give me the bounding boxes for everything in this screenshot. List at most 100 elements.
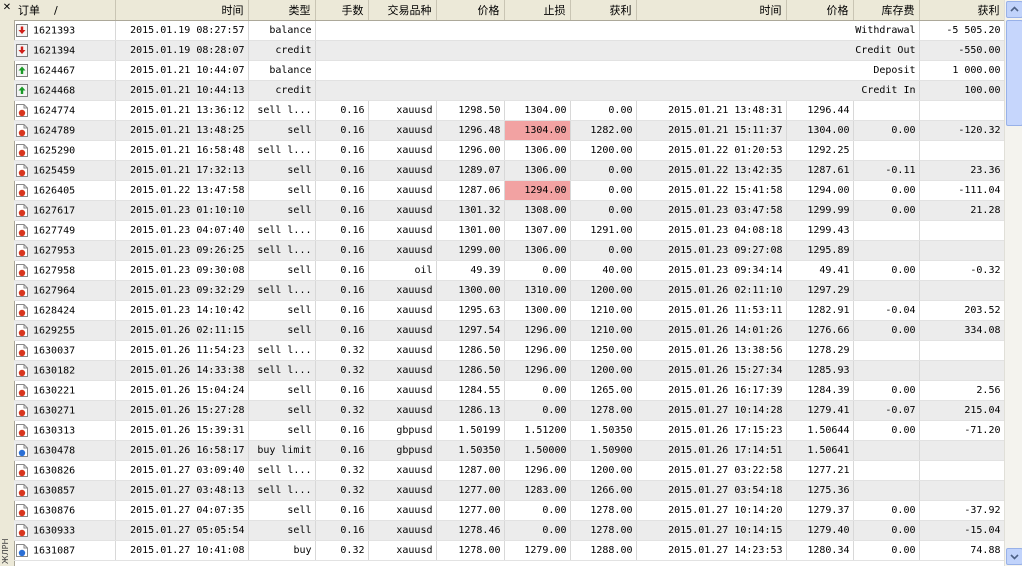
order-number: 1629255	[33, 325, 76, 337]
open-time-cell: 2015.01.27 03:09:40	[115, 460, 249, 481]
type-cell: sell	[248, 380, 316, 401]
trade-row[interactable]: 1630478 2015.01.26 16:58:17 buy limit 0.16 g…	[14, 440, 1004, 461]
symbol-cell: xauusd	[368, 120, 437, 141]
trade-row[interactable]: 1630933 2015.01.27 05:05:54 sell 0.16 xauusd…	[14, 520, 1004, 541]
swap-cell: 0.00	[853, 120, 920, 141]
swap-cell: 0.00	[853, 320, 920, 341]
column-header-stop-loss[interactable]: 止损	[504, 0, 571, 21]
close-time-cell: 2015.01.23 09:34:14	[636, 260, 787, 281]
order-cell: 1624789	[14, 120, 116, 141]
trade-row[interactable]: 1628424 2015.01.23 14:10:42 sell 0.16 xauusd…	[14, 300, 1004, 321]
column-header-close-time[interactable]: 时间	[636, 0, 787, 21]
trade-row[interactable]: 1630221 2015.01.26 15:04:24 sell 0.16 xauusd…	[14, 380, 1004, 401]
profit-cell	[919, 240, 1004, 261]
trade-row[interactable]: 1630182 2015.01.26 14:33:38 sell l... 0.32 x…	[14, 360, 1004, 381]
profit-cell: -37.92	[919, 500, 1004, 521]
open-price-cell: 1.50350	[436, 440, 505, 461]
close-price-cell: 1282.91	[786, 300, 854, 321]
open-price-cell: 1301.00	[436, 220, 505, 241]
symbol-cell: xauusd	[368, 380, 437, 401]
open-price-cell: 1300.00	[436, 280, 505, 301]
trade-row[interactable]: 1630876 2015.01.27 04:07:35 sell 0.16 xauusd…	[14, 500, 1004, 521]
scroll-down-button[interactable]	[1006, 548, 1022, 565]
trade-row[interactable]: 1626405 2015.01.22 13:47:58 sell 0.16 xauusd…	[14, 180, 1004, 201]
open-time-cell: 2015.01.23 14:10:42	[115, 300, 249, 321]
lots-cell: 0.16	[315, 440, 369, 461]
trade-row[interactable]: 1625459 2015.01.21 17:32:13 sell 0.16 xauusd…	[14, 160, 1004, 181]
trade-row[interactable]: 1627964 2015.01.23 09:32:29 sell l... 0.16 x…	[14, 280, 1004, 301]
lots-cell: 0.16	[315, 380, 369, 401]
balance-row[interactable]: 1621393 2015.01.19 08:27:57 balance Withdra…	[14, 20, 1004, 41]
open-price-cell: 1286.13	[436, 400, 505, 421]
sell-order-icon	[16, 224, 28, 237]
close-time-cell: 2015.01.27 10:14:20	[636, 500, 787, 521]
type-cell: sell	[248, 180, 316, 201]
trade-row[interactable]: 1624789 2015.01.21 13:48:25 sell 0.16 xauusd…	[14, 120, 1004, 141]
open-time-cell: 2015.01.21 16:58:48	[115, 140, 249, 161]
close-price-cell: 1287.61	[786, 160, 854, 181]
trade-row[interactable]: 1627958 2015.01.23 09:30:08 sell 0.16 oil 49.…	[14, 260, 1004, 281]
close-time-cell: 2015.01.26 02:11:10	[636, 280, 787, 301]
trade-row[interactable]: 1629255 2015.01.26 02:11:15 sell 0.16 xauusd…	[14, 320, 1004, 341]
column-header-order[interactable]: 订单 /	[14, 0, 116, 21]
open-time-cell: 2015.01.23 04:07:40	[115, 220, 249, 241]
close-time-cell: 2015.01.27 03:22:58	[636, 460, 787, 481]
order-cell: 1630271	[14, 400, 116, 421]
order-number: 1630037	[33, 345, 76, 357]
stop-loss-cell: 1296.00	[504, 360, 571, 381]
lots-cell: 0.16	[315, 220, 369, 241]
column-header-lots[interactable]: 手数	[315, 0, 369, 21]
close-time-cell: 2015.01.27 10:14:28	[636, 400, 787, 421]
close-icon[interactable]: ✕	[2, 3, 12, 13]
close-price-cell: 49.41	[786, 260, 854, 281]
balance-row[interactable]: 1624467 2015.01.21 10:44:07 balance Deposit…	[14, 60, 1004, 81]
take-profit-cell: 1.50350	[570, 420, 637, 441]
sell-order-icon	[16, 184, 28, 197]
trade-row[interactable]: 1627953 2015.01.23 09:26:25 sell l... 0.16 x…	[14, 240, 1004, 261]
trade-row[interactable]: 1627749 2015.01.23 04:07:40 sell l... 0.16 x…	[14, 220, 1004, 241]
trade-row[interactable]: 1630857 2015.01.27 03:48:13 sell l... 0.32 x…	[14, 480, 1004, 501]
trade-row[interactable]: 1624774 2015.01.21 13:36:12 sell l... 0.16 x…	[14, 100, 1004, 121]
lots-cell: 0.32	[315, 480, 369, 501]
column-header-close-price[interactable]: 价格	[786, 0, 854, 21]
type-cell: sell l...	[248, 100, 316, 121]
symbol-cell: oil	[368, 260, 437, 281]
take-profit-cell: 1282.00	[570, 120, 637, 141]
column-header-take-profit[interactable]: 获利	[570, 0, 637, 21]
arrow-down-icon	[1010, 554, 1019, 560]
scroll-up-button[interactable]	[1006, 1, 1022, 18]
profit-cell: 215.04	[919, 400, 1004, 421]
column-header-swap[interactable]: 库存费	[853, 0, 920, 21]
order-number: 1630933	[33, 525, 76, 537]
close-price-cell: 1299.43	[786, 220, 854, 241]
vertical-scrollbar[interactable]	[1004, 0, 1022, 566]
order-cell: 1629255	[14, 320, 116, 341]
profit-cell: -111.04	[919, 180, 1004, 201]
open-time-cell: 2015.01.26 14:33:38	[115, 360, 249, 381]
column-header-open-time[interactable]: 时间	[115, 0, 249, 21]
trade-row[interactable]: 1630826 2015.01.27 03:09:40 sell l... 0.32 x…	[14, 460, 1004, 481]
column-header-type[interactable]: 类型	[248, 0, 316, 21]
trade-row[interactable]: 1630037 2015.01.26 11:54:23 sell l... 0.32 x…	[14, 340, 1004, 361]
trade-row[interactable]: 1627617 2015.01.23 01:10:10 sell 0.16 xauusd…	[14, 200, 1004, 221]
profit-cell	[919, 140, 1004, 161]
order-cell: 1624467	[14, 60, 116, 81]
column-header-profit[interactable]: 获利	[919, 0, 1004, 21]
column-header-symbol[interactable]: 交易品种	[368, 0, 437, 21]
trade-row[interactable]: 1630313 2015.01.26 15:39:31 sell 0.16 gbpusd…	[14, 420, 1004, 441]
profit-cell	[919, 440, 1004, 461]
sell-order-icon	[16, 524, 28, 537]
type-cell: sell	[248, 320, 316, 341]
close-time-cell: 2015.01.26 11:53:11	[636, 300, 787, 321]
trade-row[interactable]: 1631087 2015.01.27 10:41:08 buy 0.32 xauusd 1…	[14, 540, 1004, 561]
balance-row[interactable]: 1621394 2015.01.19 08:28:07 credit Credit O…	[14, 40, 1004, 61]
stop-loss-cell: 1308.00	[504, 200, 571, 221]
take-profit-cell: 40.00	[570, 260, 637, 281]
column-header-open-price[interactable]: 价格	[436, 0, 505, 21]
swap-cell: 0.00	[853, 420, 920, 441]
order-cell: 1627958	[14, 260, 116, 281]
trade-row[interactable]: 1625290 2015.01.21 16:58:48 sell l... 0.16 x…	[14, 140, 1004, 161]
trade-row[interactable]: 1630271 2015.01.26 15:27:28 sell 0.32 xauusd…	[14, 400, 1004, 421]
balance-row[interactable]: 1624468 2015.01.21 10:44:13 credit Credit I…	[14, 80, 1004, 101]
scroll-thumb[interactable]	[1006, 20, 1022, 126]
